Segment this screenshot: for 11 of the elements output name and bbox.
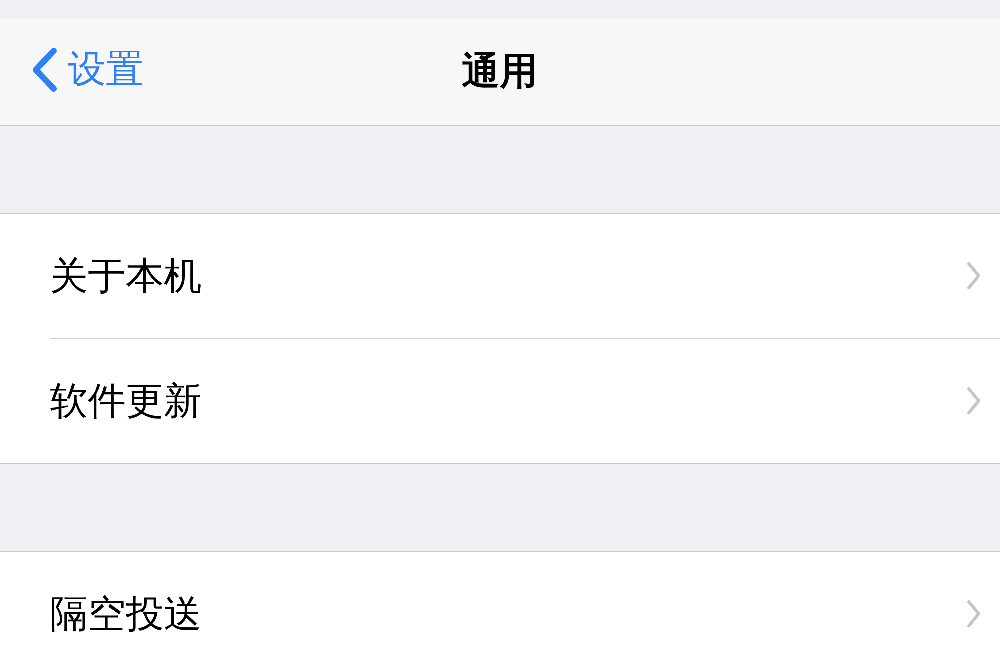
row-label: 隔空投送 [50,590,202,638]
settings-row[interactable]: 软件更新 [50,339,1000,463]
row-label: 软件更新 [50,378,202,424]
chevron-icon [966,261,982,291]
chevron-icon [966,386,982,416]
settings-row[interactable]: 关于本机 [50,214,1000,339]
chevron-icon [966,599,982,629]
page-title: 通用 [462,48,538,95]
row-label: 关于本机 [50,252,202,300]
back-button[interactable]: 设置 [32,44,144,95]
back-chevron-icon [32,48,58,92]
